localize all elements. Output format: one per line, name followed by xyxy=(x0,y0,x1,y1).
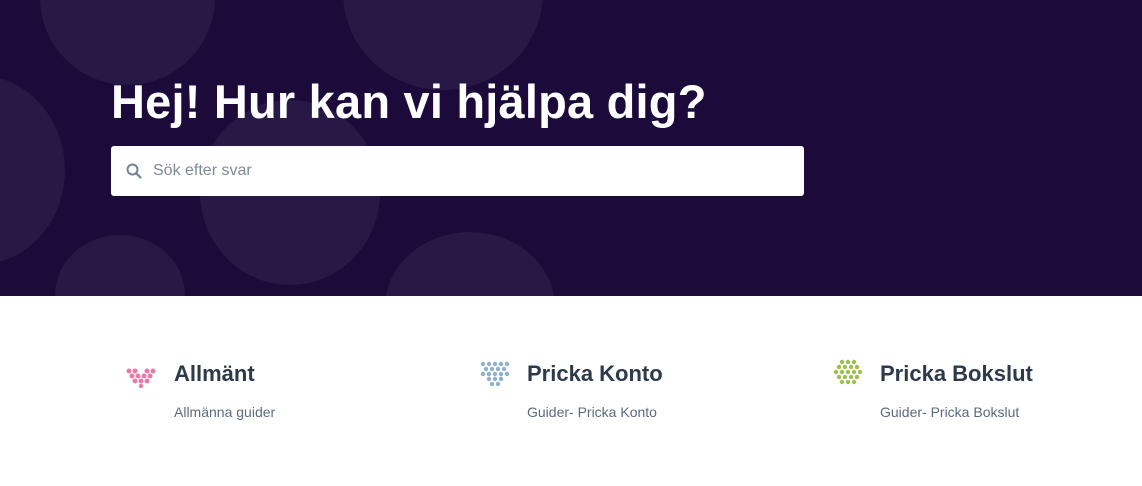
dots-triangle-icon xyxy=(833,359,863,385)
hero-banner: Hej! Hur kan vi hjälpa dig? xyxy=(0,0,1142,296)
category-description: Allmänna guider xyxy=(174,404,276,420)
category-title[interactable]: Pricka Bokslut xyxy=(880,361,1033,387)
category-description: Guider- Pricka Bokslut xyxy=(880,404,1020,420)
search-box[interactable] xyxy=(111,146,804,196)
decorative-circle xyxy=(0,75,65,265)
search-icon xyxy=(126,163,142,179)
category-title[interactable]: Allmänt xyxy=(174,361,255,387)
category-title[interactable]: Pricka Konto xyxy=(527,361,663,387)
category-allmant[interactable]: Allmänt Allmänna guider xyxy=(126,356,426,436)
decorative-circle xyxy=(40,0,215,85)
heart-dots-icon xyxy=(126,368,156,388)
search-input[interactable] xyxy=(153,146,793,196)
decorative-circle xyxy=(385,232,555,296)
decorative-circle xyxy=(55,235,185,296)
dots-triangle-icon xyxy=(480,361,510,387)
category-pricka-konto[interactable]: Pricka Konto Guider- Pricka Konto xyxy=(479,356,779,436)
category-pricka-bokslut[interactable]: Pricka Bokslut Guider- Pricka Bokslut xyxy=(832,356,1132,436)
category-description: Guider- Pricka Konto xyxy=(527,404,657,420)
hero-title: Hej! Hur kan vi hjälpa dig? xyxy=(111,75,707,128)
